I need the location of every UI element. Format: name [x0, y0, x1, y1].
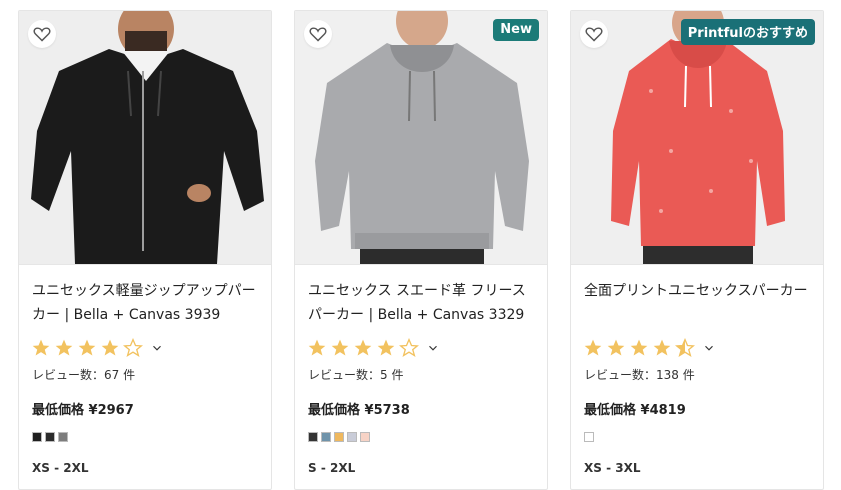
star-half-icon [675, 338, 695, 357]
recommend-badge: Printfulのおすすめ [680, 19, 815, 45]
size-range: XS - 2XL [32, 461, 89, 475]
favorite-heart-button[interactable] [28, 20, 56, 48]
product-image[interactable]: New [295, 11, 547, 265]
heart-icon [33, 27, 51, 42]
color-swatch[interactable] [58, 432, 68, 442]
red-print-hoodie-photo [571, 11, 823, 264]
star-filled-icon [377, 339, 395, 356]
chevron-down-icon[interactable] [702, 341, 716, 355]
product-grid: ユニセックス軽量ジップアップパーカー | Bella + Canvas 3939… [0, 0, 841, 490]
star-filled-icon [32, 339, 50, 356]
review-count: レビュー数：67 件 [32, 368, 136, 382]
rating-stars [583, 338, 716, 358]
color-swatch[interactable] [45, 432, 55, 442]
product-card[interactable]: New ユニセックス スエード革 フリースパーカー | Bella + Canv… [294, 10, 548, 490]
chevron-down-icon[interactable] [426, 341, 440, 355]
star-filled-icon [630, 339, 648, 356]
star-filled-icon [308, 339, 326, 356]
star-filled-icon [55, 339, 73, 356]
heart-icon [309, 27, 327, 42]
favorite-heart-button[interactable] [580, 20, 608, 48]
color-swatch[interactable] [321, 432, 331, 442]
grey-hoodie-photo [295, 11, 547, 264]
star-filled-icon [78, 339, 96, 356]
color-swatch[interactable] [347, 432, 357, 442]
star-filled-icon [354, 339, 372, 356]
product-card[interactable]: Printfulのおすすめ 全面プリントユニセックスパーカー レビュー数：138… [570, 10, 824, 490]
black-zip-hoodie-photo [19, 11, 271, 264]
color-swatches [584, 432, 594, 442]
star-filled-icon [331, 339, 349, 356]
rating-stars [31, 338, 164, 358]
favorite-heart-button[interactable] [304, 20, 332, 48]
review-count: レビュー数：138 件 [584, 368, 695, 382]
status-badge: New [493, 19, 539, 41]
product-image[interactable] [19, 11, 271, 265]
size-range: S - 2XL [308, 461, 356, 475]
color-swatch[interactable] [32, 432, 42, 442]
color-swatches [32, 432, 68, 442]
rating-stars [307, 338, 440, 358]
star-filled-icon [584, 339, 602, 356]
heart-icon [585, 27, 603, 42]
color-swatch[interactable] [334, 432, 344, 442]
price-label: 最低価格 ¥2967 [32, 403, 134, 418]
star-filled-icon [607, 339, 625, 356]
product-title[interactable]: 全面プリントユニセックスパーカー [584, 279, 814, 303]
product-image[interactable]: Printfulのおすすめ [571, 11, 823, 265]
star-empty-icon [123, 338, 143, 357]
product-title[interactable]: ユニセックス軽量ジップアップパーカー | Bella + Canvas 3939 [32, 279, 262, 327]
color-swatch[interactable] [360, 432, 370, 442]
star-filled-icon [653, 339, 671, 356]
color-swatch[interactable] [308, 432, 318, 442]
review-count: レビュー数：5 件 [308, 368, 404, 382]
color-swatches [308, 432, 370, 442]
product-card[interactable]: ユニセックス軽量ジップアップパーカー | Bella + Canvas 3939… [18, 10, 272, 490]
price-label: 最低価格 ¥5738 [308, 403, 410, 418]
price-label: 最低価格 ¥4819 [584, 403, 686, 418]
color-swatch[interactable] [584, 432, 594, 442]
star-filled-icon [101, 339, 119, 356]
star-empty-icon [399, 338, 419, 357]
product-title[interactable]: ユニセックス スエード革 フリースパーカー | Bella + Canvas 3… [308, 279, 538, 327]
size-range: XS - 3XL [584, 461, 641, 475]
chevron-down-icon[interactable] [150, 341, 164, 355]
